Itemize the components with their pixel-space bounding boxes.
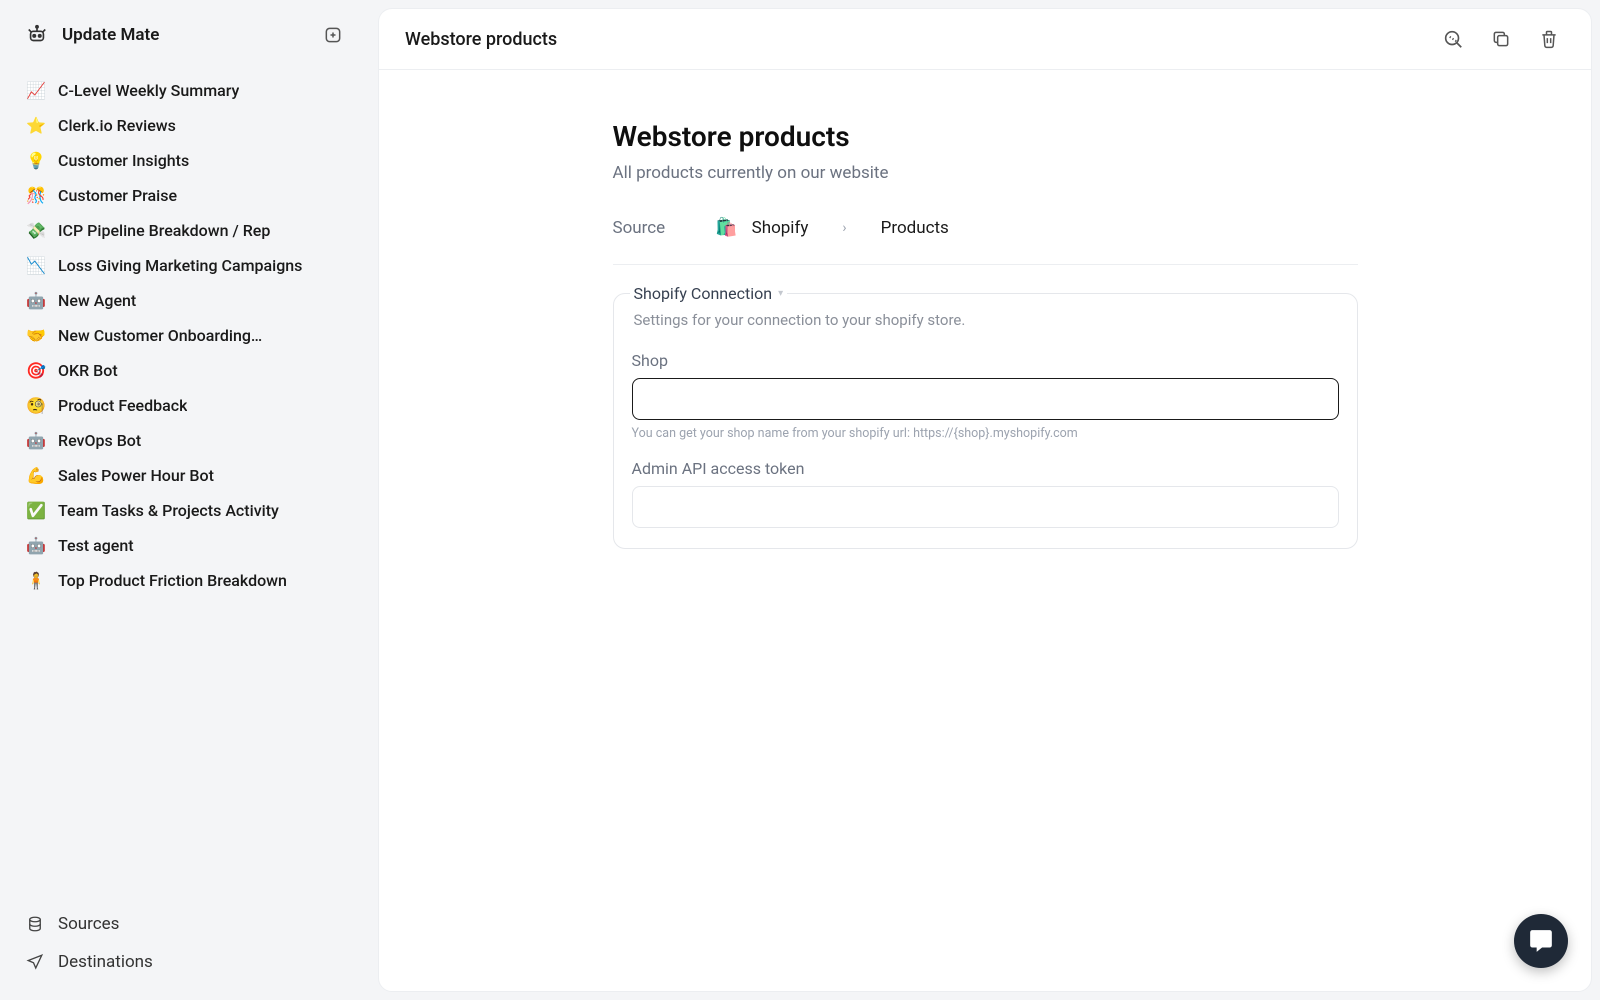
- sidebar-item-label: New Customer Onboarding…: [58, 326, 262, 345]
- sidebar-item-customer-insights[interactable]: 💡 Customer Insights: [20, 144, 350, 177]
- card-body: Webstore products All products currently…: [379, 70, 1591, 549]
- connection-panel: Shopify Connection ▾ Settings for your c…: [613, 293, 1358, 549]
- footer-item-label: Sources: [58, 914, 119, 934]
- sidebar-item-c-level-weekly-summary[interactable]: 📈 C-Level Weekly Summary: [20, 74, 350, 107]
- sidebar-item-label: Sales Power Hour Bot: [58, 466, 214, 485]
- sidebar-item-team-tasks[interactable]: ✅ Team Tasks & Projects Activity: [20, 494, 350, 527]
- source-type[interactable]: Products: [881, 218, 949, 238]
- sidebar-item-label: ICP Pipeline Breakdown / Rep: [58, 221, 270, 240]
- code-search-button[interactable]: [1441, 27, 1465, 51]
- robot-icon: 🤖: [26, 291, 44, 310]
- sidebar-item-label: Test agent: [58, 536, 134, 555]
- field-token: Admin API access token: [632, 459, 1339, 528]
- sidebar-item-label: Customer Praise: [58, 186, 177, 205]
- sidebar-item-label: New Agent: [58, 291, 136, 310]
- muscle-icon: 💪: [26, 466, 44, 485]
- footer-item-destinations[interactable]: Destinations: [20, 944, 350, 980]
- robot-icon: 🤖: [26, 536, 44, 555]
- database-icon: [26, 915, 44, 933]
- sidebar-item-test-agent[interactable]: 🤖 Test agent: [20, 529, 350, 562]
- sidebar-item-label: Customer Insights: [58, 151, 189, 170]
- source-label: Source: [613, 218, 666, 238]
- shop-input[interactable]: [632, 378, 1339, 420]
- sidebar-item-sales-power-hour[interactable]: 💪 Sales Power Hour Bot: [20, 459, 350, 492]
- face-icon: 🧐: [26, 396, 44, 415]
- sidebar-item-clerk-reviews[interactable]: ⭐ Clerk.io Reviews: [20, 109, 350, 142]
- footer-item-label: Destinations: [58, 952, 153, 972]
- send-icon: [26, 953, 44, 971]
- main: Webstore products: [370, 0, 1600, 1000]
- robot-icon: [26, 24, 48, 46]
- shop-label: Shop: [632, 351, 1339, 370]
- brand-name: Update Mate: [62, 25, 159, 45]
- delete-button[interactable]: [1537, 27, 1561, 51]
- sidebar-item-okr-bot[interactable]: 🎯 OKR Bot: [20, 354, 350, 387]
- source-value: 🛍️ Shopify › Products: [715, 217, 949, 238]
- chevron-down-icon: ▾: [778, 288, 783, 299]
- brand[interactable]: Update Mate: [26, 24, 159, 46]
- handshake-icon: 🤝: [26, 326, 44, 345]
- card-actions: [1441, 27, 1561, 51]
- token-label: Admin API access token: [632, 459, 1339, 478]
- page-subtitle: All products currently on our website: [613, 163, 1358, 183]
- add-button[interactable]: [322, 24, 344, 46]
- card: Webstore products: [378, 8, 1592, 992]
- sidebar-item-label: Clerk.io Reviews: [58, 116, 176, 135]
- card-title: Webstore products: [405, 29, 557, 50]
- sidebar-item-product-feedback[interactable]: 🧐 Product Feedback: [20, 389, 350, 422]
- person-icon: 🧍: [26, 571, 44, 590]
- chart-icon: 📈: [26, 81, 44, 100]
- sidebar-item-top-product-friction[interactable]: 🧍 Top Product Friction Breakdown: [20, 564, 350, 597]
- sidebar-item-label: Product Feedback: [58, 396, 187, 415]
- sidebar-item-customer-praise[interactable]: 🎊 Customer Praise: [20, 179, 350, 212]
- sidebar-item-revops-bot[interactable]: 🤖 RevOps Bot: [20, 424, 350, 457]
- money-icon: 💸: [26, 221, 44, 240]
- shop-hint: You can get your shop name from your sho…: [632, 426, 1339, 441]
- token-input[interactable]: [632, 486, 1339, 528]
- target-icon: 🎯: [26, 361, 44, 380]
- check-icon: ✅: [26, 501, 44, 520]
- panel-title-row[interactable]: Shopify Connection ▾: [630, 284, 788, 303]
- confetti-icon: 🎊: [26, 186, 44, 205]
- nav-list: 📈 C-Level Weekly Summary ⭐ Clerk.io Review…: [20, 74, 350, 894]
- panel-title: Shopify Connection: [634, 284, 773, 303]
- sidebar-item-label: Loss Giving Marketing Campaigns: [58, 256, 302, 275]
- shopify-icon: 🛍️: [715, 217, 737, 238]
- sidebar-item-label: C-Level Weekly Summary: [58, 81, 239, 100]
- sidebar-item-icp-pipeline[interactable]: 💸 ICP Pipeline Breakdown / Rep: [20, 214, 350, 247]
- bulb-icon: 💡: [26, 151, 44, 170]
- sidebar-item-new-customer-onboarding[interactable]: 🤝 New Customer Onboarding…: [20, 319, 350, 352]
- chat-button[interactable]: [1514, 914, 1568, 968]
- sidebar: Update Mate 📈 C-Level Weekly Summary ⭐ Cle…: [0, 0, 370, 1000]
- star-icon: ⭐: [26, 116, 44, 135]
- sidebar-footer: Sources Destinations: [20, 906, 350, 980]
- sidebar-item-label: RevOps Bot: [58, 431, 141, 450]
- sidebar-item-loss-giving[interactable]: 📉 Loss Giving Marketing Campaigns: [20, 249, 350, 282]
- sidebar-item-new-agent[interactable]: 🤖 New Agent: [20, 284, 350, 317]
- sidebar-item-label: OKR Bot: [58, 361, 118, 380]
- sidebar-header: Update Mate: [20, 24, 350, 46]
- chart-down-icon: 📉: [26, 256, 44, 275]
- panel-header: Shopify Connection ▾ Settings for your c…: [614, 294, 1357, 329]
- page-title: Webstore products: [613, 120, 1358, 153]
- card-header: Webstore products: [379, 9, 1591, 70]
- source-row: Source 🛍️ Shopify › Products: [613, 217, 1358, 265]
- robot-icon: 🤖: [26, 431, 44, 450]
- chevron-right-icon: ›: [842, 220, 846, 236]
- sidebar-item-label: Team Tasks & Projects Activity: [58, 501, 279, 520]
- footer-item-sources[interactable]: Sources: [20, 906, 350, 942]
- panel-subtitle: Settings for your connection to your sho…: [634, 311, 1337, 329]
- content: Webstore products All products currently…: [613, 120, 1358, 549]
- duplicate-button[interactable]: [1489, 27, 1513, 51]
- sidebar-item-label: Top Product Friction Breakdown: [58, 571, 287, 590]
- form: Shop You can get your shop name from you…: [614, 329, 1357, 548]
- field-shop: Shop You can get your shop name from you…: [632, 351, 1339, 441]
- source-provider[interactable]: Shopify: [752, 218, 809, 238]
